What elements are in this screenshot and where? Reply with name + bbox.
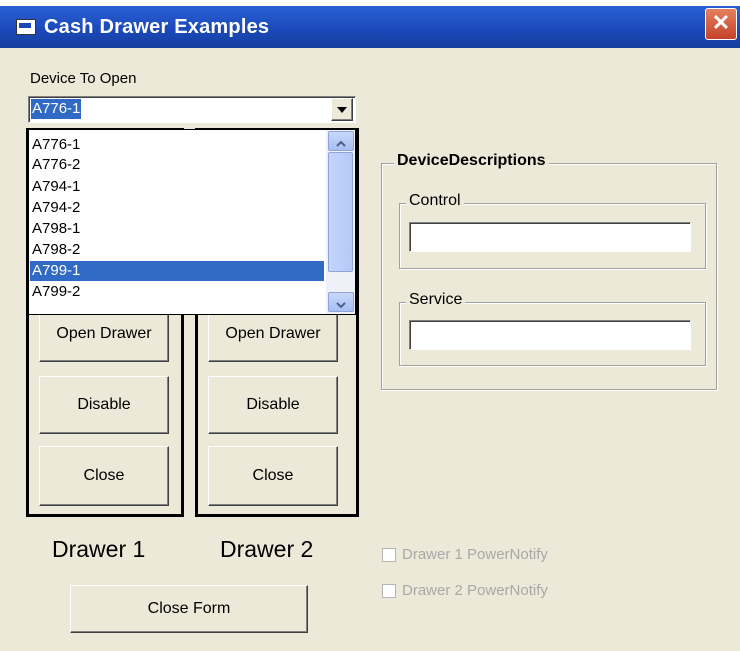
drawer2-powernotify-checkbox[interactable] bbox=[382, 584, 396, 598]
device-option[interactable]: A794-1 bbox=[30, 177, 324, 197]
device-option[interactable]: A798-2 bbox=[30, 240, 324, 260]
service-field[interactable] bbox=[409, 320, 691, 350]
device-option[interactable]: A798-1 bbox=[30, 219, 324, 239]
device-option[interactable]: A794-2 bbox=[30, 198, 324, 218]
drawer1-close-button[interactable]: Close bbox=[39, 446, 169, 506]
close-form-button[interactable]: Close Form bbox=[70, 585, 308, 633]
device-option[interactable]: A776-2 bbox=[30, 155, 324, 175]
drawer2-powernotify-label: Drawer 2 PowerNotify bbox=[402, 582, 548, 599]
device-to-open-label: Device To Open bbox=[30, 70, 137, 87]
chevron-up-icon bbox=[336, 140, 346, 147]
device-select-value: A776-1 bbox=[31, 99, 82, 119]
drawer1-powernotify-checkbox[interactable] bbox=[382, 548, 396, 562]
service-label: Service bbox=[406, 291, 466, 309]
control-label: Control bbox=[406, 192, 464, 210]
drawer2-disable-button[interactable]: Disable bbox=[208, 376, 338, 434]
close-window-button[interactable]: ✕ bbox=[705, 8, 737, 40]
control-field[interactable] bbox=[409, 222, 691, 252]
drawer1-powernotify-label: Drawer 1 PowerNotify bbox=[402, 546, 548, 563]
device-option-selected[interactable]: A799-1 bbox=[30, 261, 324, 281]
device-option[interactable]: A799-2 bbox=[30, 282, 324, 302]
drawer2-caption: Drawer 2 bbox=[220, 536, 314, 562]
device-option[interactable]: A776-1 bbox=[30, 135, 324, 155]
device-descriptions-title: DeviceDescriptions bbox=[394, 152, 549, 170]
window-title: Cash Drawer Examples bbox=[44, 16, 270, 38]
app-window-icon bbox=[16, 19, 36, 35]
device-select-dropdown-button[interactable] bbox=[331, 98, 353, 121]
scroll-up-button[interactable] bbox=[328, 131, 354, 151]
chevron-down-icon bbox=[337, 106, 347, 113]
scroll-thumb[interactable] bbox=[328, 152, 353, 272]
chevron-down-icon bbox=[336, 302, 346, 309]
drawer1-disable-button[interactable]: Disable bbox=[39, 376, 169, 434]
drawer2-close-button[interactable]: Close bbox=[208, 446, 338, 506]
drawer1-caption: Drawer 1 bbox=[52, 536, 146, 562]
scroll-down-button[interactable] bbox=[328, 292, 354, 312]
